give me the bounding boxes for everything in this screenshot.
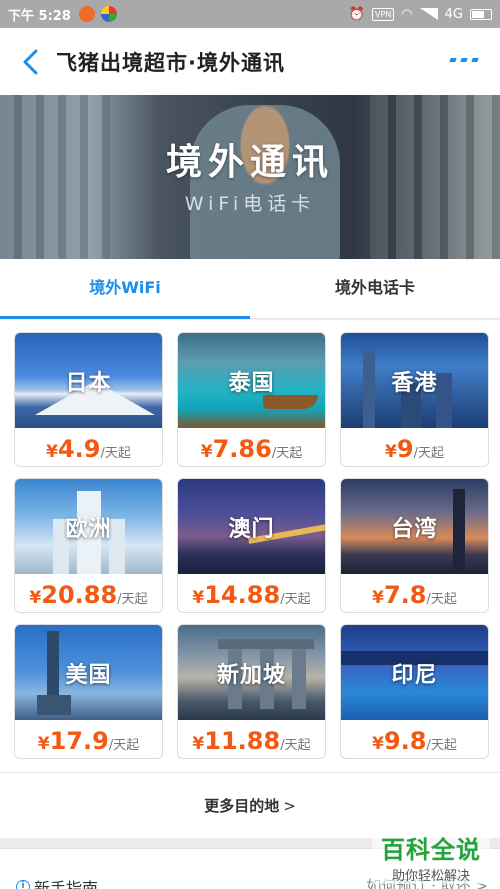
destination-card-japan[interactable]: 日本 ¥4.9/天起 bbox=[14, 332, 163, 467]
destination-name: 印尼 bbox=[391, 663, 438, 688]
page-title: 飞猪出境超市·境外通讯 bbox=[56, 50, 285, 75]
hero-banner: 境外通讯 WiFi电话卡 bbox=[0, 95, 500, 259]
destination-price: ¥14.88/天起 bbox=[192, 581, 311, 609]
destination-name: 香港 bbox=[391, 371, 438, 396]
destination-card-singapore[interactable]: 新加坡 ¥11.88/天起 bbox=[177, 624, 326, 759]
destination-name: 新加坡 bbox=[216, 663, 286, 688]
destination-name: 日本 bbox=[65, 371, 112, 396]
destination-name: 澳门 bbox=[228, 517, 275, 542]
destination-price: ¥11.88/天起 bbox=[192, 727, 311, 755]
banner-subtitle: WiFi电话卡 bbox=[184, 193, 316, 215]
battery-icon bbox=[470, 8, 492, 20]
destination-grid: 日本 ¥4.9/天起 泰国 ¥7.86/天起 香港 ¥9/天起 欧洲 ¥20.8… bbox=[0, 320, 500, 772]
status-icons: ⏰ VPN ◠ 4G bbox=[349, 7, 492, 22]
notification-browser-icon bbox=[100, 6, 117, 22]
signal-icon bbox=[419, 8, 438, 20]
destination-price: ¥9/天起 bbox=[385, 435, 444, 463]
vpn-icon: VPN bbox=[372, 7, 395, 21]
more-destinations-label: 更多目的地 bbox=[204, 797, 280, 815]
destination-price: ¥9.8/天起 bbox=[372, 727, 457, 755]
status-bar: 下午 5:28 ⏰ VPN ◠ 4G bbox=[0, 0, 500, 28]
chevron-right-icon: > bbox=[283, 797, 296, 815]
guide-title: i 新手指南 bbox=[16, 875, 98, 889]
watermark-main: 百科全说 bbox=[381, 836, 481, 864]
wifi-icon: ◠ bbox=[401, 6, 413, 22]
more-destinations-link[interactable]: 更多目的地 > bbox=[0, 772, 500, 838]
alarm-icon: ⏰ bbox=[348, 6, 366, 22]
destination-price: ¥17.9/天起 bbox=[37, 727, 140, 755]
watermark-sub: 助你轻松解决 bbox=[391, 869, 470, 884]
info-icon: i bbox=[16, 880, 30, 889]
destination-card-indonesia[interactable]: 印尼 ¥9.8/天起 bbox=[340, 624, 489, 759]
tab-overseas-sim-card[interactable]: 境外电话卡 bbox=[250, 259, 500, 318]
back-icon[interactable] bbox=[10, 28, 50, 95]
notification-app-icon bbox=[78, 6, 95, 22]
destination-price: ¥7.86/天起 bbox=[200, 435, 303, 463]
destination-card-europe[interactable]: 欧洲 ¥20.88/天起 bbox=[14, 478, 163, 613]
destination-name: 泰国 bbox=[228, 371, 275, 396]
destination-price: ¥20.88/天起 bbox=[29, 581, 148, 609]
guide-title-text: 新手指南 bbox=[34, 879, 99, 889]
destination-card-macau[interactable]: 澳门 ¥14.88/天起 bbox=[177, 478, 326, 613]
destination-price: ¥4.9/天起 bbox=[46, 435, 131, 463]
app-header: 飞猪出境超市·境外通讯 bbox=[0, 28, 500, 95]
tab-overseas-wifi[interactable]: 境外WiFi bbox=[0, 259, 250, 319]
destination-card-thailand[interactable]: 泰国 ¥7.86/天起 bbox=[177, 332, 326, 467]
watermark-logo: 百科全说 助你轻松解决 bbox=[372, 830, 490, 884]
destination-name: 台湾 bbox=[391, 517, 438, 542]
destination-card-usa[interactable]: 美国 ¥17.9/天起 bbox=[14, 624, 163, 759]
network-label: 4G bbox=[444, 6, 463, 22]
status-time: 下午 5:28 bbox=[8, 8, 71, 24]
banner-title: 境外通讯 bbox=[165, 142, 334, 183]
destination-name: 美国 bbox=[65, 663, 112, 688]
tab-bar: 境外WiFi 境外电话卡 bbox=[0, 259, 500, 319]
destination-price: ¥7.8/天起 bbox=[372, 581, 457, 609]
more-icon[interactable] bbox=[449, 58, 479, 62]
destination-card-hongkong[interactable]: 香港 ¥9/天起 bbox=[340, 332, 489, 467]
destination-card-taiwan[interactable]: 台湾 ¥7.8/天起 bbox=[340, 478, 489, 613]
destination-name: 欧洲 bbox=[65, 517, 112, 542]
